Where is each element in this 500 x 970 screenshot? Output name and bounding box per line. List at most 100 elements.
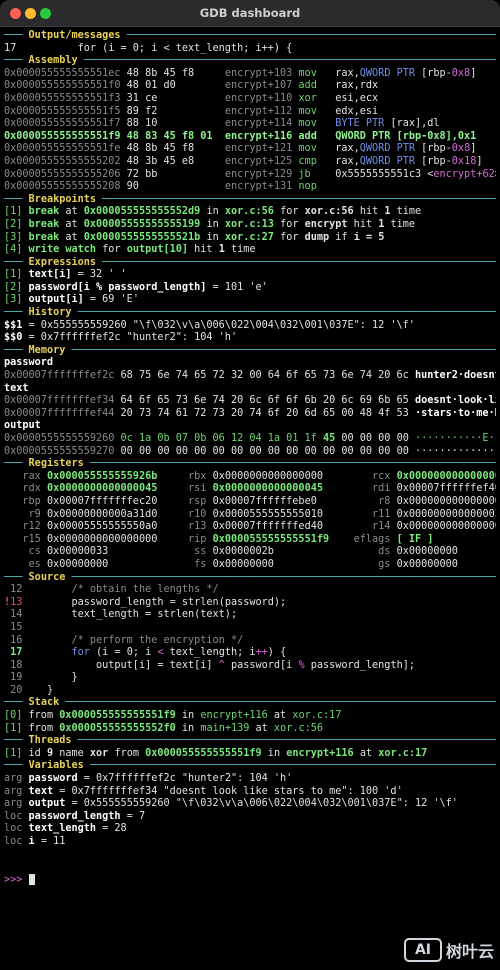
section-title: History xyxy=(28,307,72,319)
register-name: r10 xyxy=(163,508,213,520)
memory-hex-changed: 00 xyxy=(322,445,336,457)
separator: ────────────────────────────────────────… xyxy=(71,735,496,747)
asm-ptr: QWORD PTR xyxy=(359,143,415,155)
history-var: $$0 xyxy=(4,332,23,344)
asm-args: edx,esi xyxy=(335,105,379,117)
breakpoint-location: xor.c:56 xyxy=(224,206,274,218)
terminal-window: GDB dashboard ─── Output/messages ──────… xyxy=(0,0,500,970)
history-value: = 0x7ffffffef2c "hunter2": 104 'h' xyxy=(22,332,238,344)
register-name: r12 xyxy=(4,521,47,533)
asm-opcode: jb xyxy=(298,168,336,180)
separator: ─── xyxy=(4,458,29,470)
expression-name: output[i] xyxy=(22,294,84,306)
expression-name: password[i % password_length] xyxy=(22,281,207,293)
gdb-dashboard[interactable]: ─── Output/messages ────────────────────… xyxy=(4,30,496,886)
asm-function: encrypt+103 xyxy=(224,67,299,79)
register-name: rax xyxy=(4,470,47,482)
register-name: rdx xyxy=(4,483,47,495)
separator: ────────────────────────────────────────… xyxy=(96,193,496,205)
memory-ascii: doesnt·look·like xyxy=(414,395,496,407)
separator: ────────────────────────────────────────… xyxy=(77,55,496,67)
separator: ────────────────────────────────────────… xyxy=(65,344,496,356)
register-value: 0x00000000 xyxy=(396,546,458,558)
register-value: 0x0000000000000000 xyxy=(212,470,330,482)
history-value: = 0x555555559260 "\f\032\v\a\006\022\004… xyxy=(22,319,415,331)
memory-label: text xyxy=(4,382,29,394)
asm-bytes: 31 ce xyxy=(126,92,225,104)
memory-ascii: hunter2·doesnt·l xyxy=(414,370,496,382)
memory-row: 0x00007fffffffef34 64 6f 65 73 6e 74 20 … xyxy=(4,395,496,408)
source-code: password_length]; xyxy=(304,659,415,671)
text: in xyxy=(200,231,225,243)
source-code: password_length = strlen(password); xyxy=(22,596,287,608)
section-header-source: ─── Source ─────────────────────────────… xyxy=(4,572,496,585)
watermark-text: 树叶云 xyxy=(445,942,494,961)
text: in xyxy=(200,206,225,218)
source-comment: /* perform the encryption */ xyxy=(22,634,244,646)
variable-value: = 7 xyxy=(120,810,146,822)
source-code: (i = 0; i xyxy=(89,647,158,659)
line-number: 12 xyxy=(4,584,23,596)
text: at xyxy=(59,218,84,230)
source-code: password[i xyxy=(224,659,299,671)
asm-function: encrypt+110 xyxy=(224,92,299,104)
asm-bytes: 90 xyxy=(126,181,225,193)
text: in xyxy=(200,218,225,230)
asm-args: esi,ecx xyxy=(335,92,379,104)
output-line: 17 for (i = 0; i < text_length; i++) { xyxy=(4,43,496,56)
register-value: 0x00000033 xyxy=(46,546,164,558)
breakpoint-location: xor.c:13 xyxy=(224,218,274,230)
text: hit xyxy=(353,206,385,218)
register-value: 0x0000000000000000 xyxy=(396,495,496,507)
section-header-breakpoints: ─── Breakpoints ────────────────────────… xyxy=(4,194,496,207)
asm-function: encrypt+125 xyxy=(224,155,299,167)
text: for xyxy=(273,231,305,243)
thread-name: xor xyxy=(89,747,109,759)
breakpoint-kind: break xyxy=(22,231,60,243)
register-name: ss xyxy=(163,546,213,558)
text: hit xyxy=(188,244,219,256)
command-prompt[interactable]: >>> xyxy=(4,873,496,887)
expression-row: [3] output[i] = 69 'E' xyxy=(4,294,496,307)
expression-row: [1] text[i] = 32 ' ' xyxy=(4,269,496,282)
breakpoint-count: i = 5 xyxy=(353,231,385,243)
line-number: 16 xyxy=(4,634,23,646)
register-row: es 0x00000000 fs 0x00000000 gs 0x0000000… xyxy=(4,559,496,572)
source-keyword: for xyxy=(71,647,90,659)
breakpoint-location: xor.c:27 xyxy=(224,231,274,243)
asm-args: QWORD PTR [rbp-0x8],0x1 xyxy=(335,130,477,142)
asm-function: encrypt+131 xyxy=(224,181,299,193)
register-name: r8 xyxy=(329,495,397,507)
asm-address: 0x000055555555551f3 xyxy=(4,92,127,104)
asm-ptr: BYTE PTR xyxy=(335,118,385,130)
register-value: 0x0000002b xyxy=(212,546,330,558)
section-header-output: ─── Output/messages ────────────────────… xyxy=(4,30,496,43)
text: at xyxy=(267,710,293,722)
line-number: 17 xyxy=(4,647,23,659)
section-header-variables: ─── Variables ──────────────────────────… xyxy=(4,760,496,773)
memory-address: 0x0000555555559260 xyxy=(4,433,115,444)
register-name: es xyxy=(4,558,47,570)
section-title: Memory xyxy=(28,344,66,356)
memory-hex: 00 00 00 00 xyxy=(335,445,415,457)
frame-function: main+139 xyxy=(200,722,250,734)
asm-address: 0x000055555555551f0 xyxy=(4,80,127,92)
variable-row: loc text_length = 28 xyxy=(4,823,496,836)
separator: ─── xyxy=(4,344,29,356)
source-row: 20 } xyxy=(4,685,496,698)
register-value: 0x00005555555550a0 xyxy=(46,521,164,533)
memory-address: 0x00007fffffffef2c xyxy=(4,370,115,382)
register-value: 0x0000000000000000 xyxy=(46,533,164,545)
memory-row: 0x00007fffffffef2c 68 75 6e 74 65 72 32 … xyxy=(4,370,496,383)
asm-bytes: 48 01 d0 xyxy=(126,80,225,92)
section-title: Variables xyxy=(28,760,84,772)
separator: ────────────────────────────────────────… xyxy=(120,30,496,41)
register-name: r11 xyxy=(329,508,397,520)
register-name: ds xyxy=(329,546,397,558)
frame-location: xor.c:17 xyxy=(292,710,342,722)
asm-args: ] xyxy=(470,67,477,79)
source-row: 17 for (i = 0; i < text_length; i++) { xyxy=(4,647,496,660)
variable-name: text_length xyxy=(28,823,97,835)
text-cursor[interactable] xyxy=(28,873,35,885)
